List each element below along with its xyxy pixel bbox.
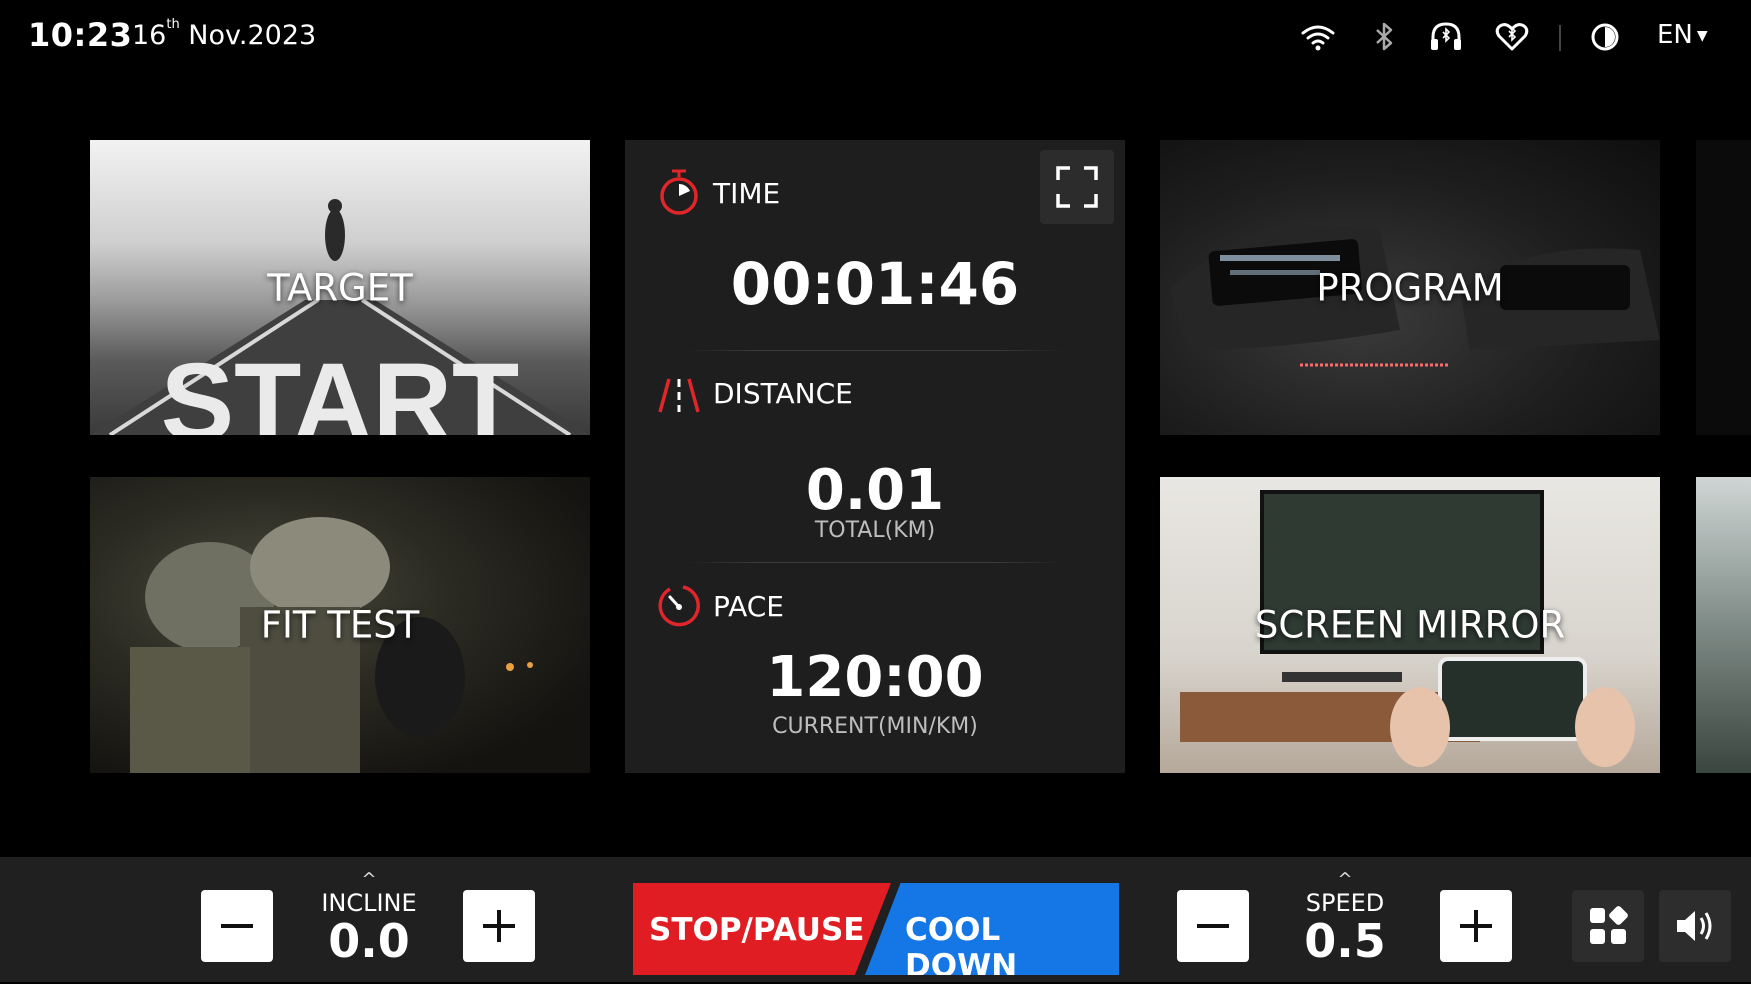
distance-unit: TOTAL(KM) [814,518,936,543]
time-value: 00:01:46 [730,250,1020,318]
incline-value: 0.0 [328,914,410,968]
partial-tile[interactable] [1696,140,1751,435]
plus-icon [483,910,515,942]
road-icon [658,378,700,413]
apps-grid-icon [1590,906,1628,944]
incline-decrease-button[interactable] [201,890,273,962]
target-label: TARGET [267,266,413,309]
cool-down-label: COOL DOWN [905,912,1018,984]
stop-pause-button[interactable]: STOP/PAUSE [633,883,891,975]
fullscreen-icon [1056,166,1098,208]
speedometer-icon [658,585,700,627]
date-month-year: Nov.2023 [188,20,317,51]
control-bar: ^ INCLINE 0.0 STOP/PAUSE COOL DOWN ^ SPE… [0,857,1751,982]
brightness-icon[interactable] [1586,18,1624,56]
headphones-icon[interactable] [1427,18,1465,56]
language-label: EN [1657,20,1693,50]
distance-value: 0.01 [805,458,945,523]
cool-down-button[interactable]: COOL DOWN [865,883,1119,975]
screen-mirror-tile[interactable]: SCREEN MIRROR [1160,477,1660,773]
plus-icon [1460,910,1492,942]
pace-unit: CURRENT(MIN/KM) [772,714,978,739]
language-selector[interactable]: EN ▼ [1657,20,1708,50]
wifi-icon[interactable] [1299,18,1337,56]
stop-pause-label: STOP/PAUSE [649,912,865,948]
date-suffix: th [166,17,180,32]
workout-stats-panel: TIME 00:01:46 DISTANCE 0.01 TOTAL(KM) PA… [625,140,1125,773]
partial-tile[interactable] [1696,477,1751,773]
fullscreen-button[interactable] [1040,150,1114,224]
date-day: 16 [132,20,167,51]
bluetooth-icon[interactable] [1366,18,1404,56]
heart-rate-icon[interactable] [1493,18,1531,56]
road-start-text: START [161,341,519,435]
stats-divider [685,350,1065,351]
incline-label: INCLINE [321,889,417,917]
pace-value: 120:00 [766,645,984,710]
fit-test-label: FIT TEST [260,603,420,647]
speed-label: SPEED [1305,889,1385,917]
speed-value: 0.5 [1304,914,1386,968]
screen-mirror-label: SCREEN MIRROR [1254,603,1566,647]
speed-display: ^ SPEED 0.5 [1275,869,1415,968]
incline-display: ^ INCLINE 0.0 [299,869,439,968]
pace-label: PACE [713,590,784,623]
status-divider [1559,25,1561,51]
fit-test-tile[interactable]: FIT TEST [90,477,590,773]
program-label: PROGRAM [1316,266,1504,309]
minus-icon [1197,924,1229,928]
clock: 10:23 [28,16,133,54]
status-bar: 10:23 16th Nov.2023 EN ▼ [0,0,1751,75]
target-tile[interactable]: START TARGET [90,140,590,435]
stats-divider [685,562,1065,563]
volume-icon [1677,911,1712,941]
speed-increase-button[interactable] [1440,890,1512,962]
chevron-up-icon: ^ [361,869,377,890]
time-label: TIME [713,177,781,210]
volume-button[interactable] [1659,890,1731,962]
minus-icon [221,924,253,928]
apps-button[interactable] [1572,890,1644,962]
stopwatch-icon [660,169,698,215]
distance-label: DISTANCE [713,377,853,410]
date: 16th Nov.2023 [132,17,317,51]
incline-increase-button[interactable] [463,890,535,962]
speed-decrease-button[interactable] [1177,890,1249,962]
program-tile[interactable]: PROGRAM [1160,140,1660,435]
chevron-up-icon: ^ [1337,869,1353,890]
chevron-down-icon: ▼ [1696,27,1708,44]
